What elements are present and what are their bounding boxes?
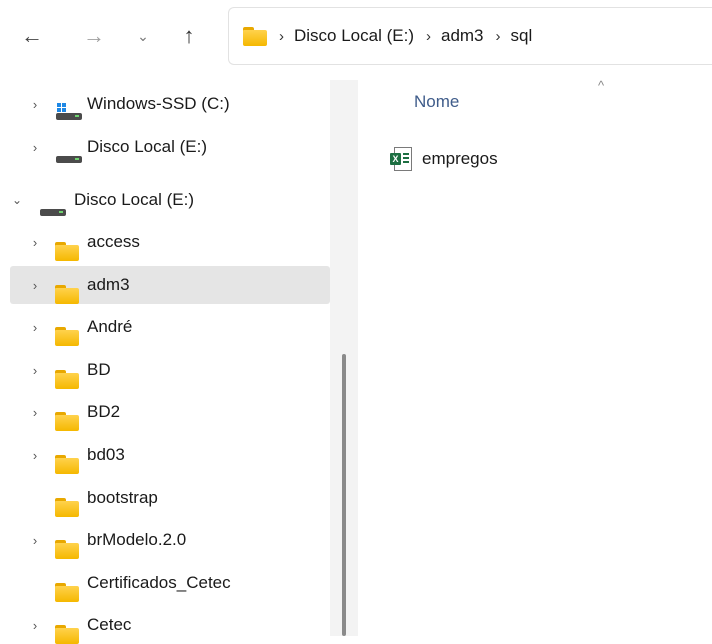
sidebar-item-windows-ssd[interactable]: › Windows-SSD (C:) [10,85,330,123]
sidebar-item-label: BD [87,360,111,379]
folder-icon [55,624,79,644]
folder-icon [243,26,267,46]
sidebar-item-label: access [87,232,140,251]
sidebar-item-disco-local-e-expanded[interactable]: ⌄ Disco Local (E:) [10,181,330,219]
breadcrumb-separator-icon[interactable]: › [426,28,431,45]
sidebar-item-label: André [87,317,133,336]
sidebar-item-label: Disco Local (E:) [87,137,207,156]
sidebar-item-bd03[interactable]: › bd03 [10,436,330,474]
sidebar-item-adm3[interactable]: › adm3 [10,266,330,304]
chevron-right-icon[interactable]: › [28,97,42,112]
chevron-right-icon[interactable]: › [28,363,42,378]
sidebar-item-access[interactable]: › access [10,223,330,261]
drive-icon [40,203,66,217]
chevron-right-icon[interactable]: › [28,448,42,463]
drive-icon [56,150,82,164]
folder-icon [55,497,79,517]
sidebar-item-disco-local-e[interactable]: › Disco Local (E:) [10,128,330,166]
up-arrow-icon[interactable]: ↑ [173,18,205,54]
column-header-name[interactable]: Nome [414,92,459,112]
folder-icon [55,369,79,389]
excel-file-icon: X [390,147,412,171]
breadcrumb-sql[interactable]: sql [511,26,533,46]
sidebar-scrollbar-thumb[interactable] [342,354,346,636]
folder-icon [55,582,79,602]
chevron-right-icon[interactable]: › [28,320,42,335]
folder-icon [55,454,79,474]
chevron-right-icon[interactable]: › [28,533,42,548]
folder-icon [55,411,79,431]
sidebar-item-bd[interactable]: › BD [10,351,330,389]
breadcrumb-separator-icon[interactable]: › [496,28,501,45]
sidebar-item-label: Certificados_Cetec [87,573,231,592]
sidebar-item-label: adm3 [87,275,130,294]
sidebar-item-label: Cetec [87,615,132,634]
sidebar-item-label: Windows-SSD (C:) [87,94,230,113]
recent-locations-chevron-icon[interactable]: ⌄ [130,18,156,54]
file-name: empregos [422,149,498,168]
sidebar-item-andre[interactable]: › André [10,308,330,346]
sidebar-item-label: bd03 [87,445,125,464]
folder-icon [55,326,79,346]
chevron-right-icon[interactable]: › [28,140,42,155]
folder-icon [55,284,79,304]
sidebar-item-bd2[interactable]: › BD2 [10,393,330,431]
sidebar-item-bootstrap[interactable]: bootstrap [10,479,330,517]
chevron-down-icon[interactable]: ⌄ [10,193,24,207]
windows-drive-icon [56,103,82,121]
address-bar[interactable]: › Disco Local (E:) › adm3 › sql [228,7,712,65]
breadcrumb-disco-local[interactable]: Disco Local (E:) [294,26,414,46]
toolbar: ← → ⌄ ↑ › Disco Local (E:) › adm3 › sql [0,0,712,72]
chevron-right-icon[interactable]: › [28,278,42,293]
back-arrow-icon[interactable]: ← [16,18,48,54]
forward-arrow-icon[interactable]: → [78,18,110,54]
chevron-right-icon[interactable]: › [28,235,42,250]
folder-icon [55,241,79,261]
breadcrumb-separator-icon[interactable]: › [279,28,284,45]
sidebar-item-certificados-cetec[interactable]: Certificados_Cetec [10,564,330,602]
file-list-pane: ^ Nome X empregos [358,72,712,636]
folder-icon [55,539,79,559]
chevron-right-icon[interactable]: › [28,405,42,420]
sidebar-item-label: brModelo.2.0 [87,530,187,549]
chevron-right-icon[interactable]: › [28,618,42,633]
sidebar-item-label: Disco Local (E:) [74,190,194,209]
sidebar-item-label: bootstrap [87,488,158,507]
breadcrumb-adm3[interactable]: adm3 [441,26,484,46]
sidebar-item-cetec[interactable]: › Cetec [10,606,330,644]
sort-ascending-icon: ^ [598,78,605,93]
file-row[interactable]: X empregos [390,142,498,176]
sidebar-item-brmodelo[interactable]: › brModelo.2.0 [10,521,330,559]
sidebar-item-label: BD2 [87,402,121,421]
